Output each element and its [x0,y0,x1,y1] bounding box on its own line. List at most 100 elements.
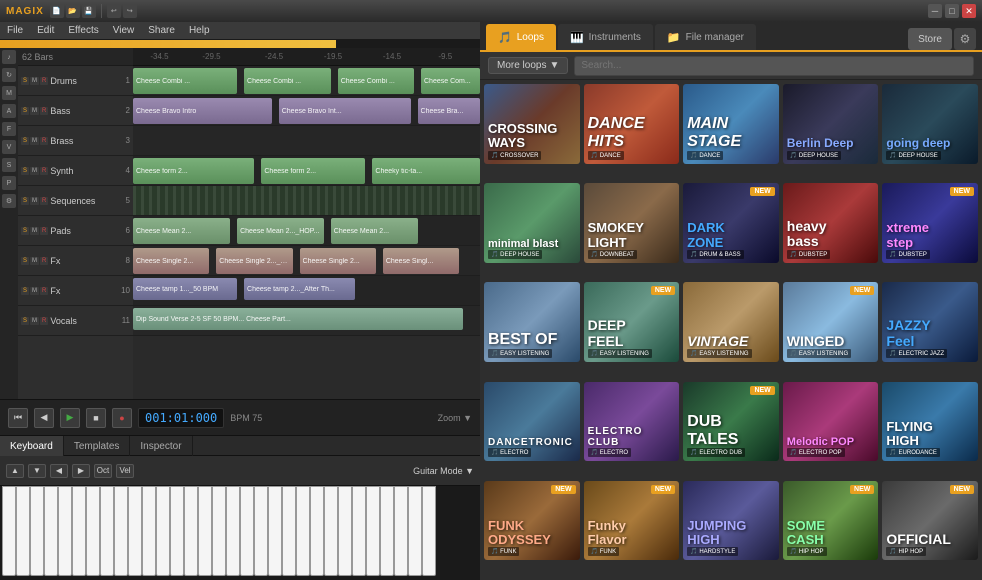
tab-templates[interactable]: Templates [64,436,131,456]
mute-btn-brass[interactable]: M [30,137,39,145]
clip-pads-2[interactable]: Cheese Mean 2..._HOP... [237,218,324,244]
rec-btn-fx1[interactable]: R [40,257,48,265]
white-key-a3[interactable] [170,486,184,576]
white-key-d3[interactable] [114,486,128,576]
piano-vel-btn[interactable]: Vel [116,464,134,478]
loop-card-crossing-ways[interactable]: CROSSINGWAYS 🎵 CROSSOVER [484,84,580,164]
solo-btn-pads[interactable]: S [21,227,29,235]
loop-card-jumping-high[interactable]: JUMPINGHIGH 🎵 HARDSTYLE [683,481,779,561]
loop-card-deep-feel[interactable]: NEW DEEPFEEL 🎵 EASY LISTENING [584,282,680,362]
white-key-f3[interactable] [142,486,156,576]
clip-drums-1[interactable]: Cheese Combi ... [133,68,237,94]
minimize-button[interactable]: ─ [928,4,942,18]
loop-card-smokey-light[interactable]: SMOKEYLIGHT 🎵 DOWNBEAT [584,183,680,263]
prev-button[interactable]: ◀ [34,408,54,428]
loop-card-berlin-deep[interactable]: Berlin Deep 🎵 DEEP HOUSE [783,84,879,164]
white-key-a5[interactable] [366,486,380,576]
mute-btn-seq[interactable]: M [30,197,39,205]
mute-btn-fx1[interactable]: M [30,257,39,265]
clip-synth-1[interactable]: Cheese form 2... [133,158,254,184]
clip-synth-3[interactable]: Cheeky tic-ta... [372,158,480,184]
rec-btn-bass[interactable]: R [40,107,48,115]
rewind-button[interactable]: ⏮ [8,408,28,428]
midi-icon[interactable]: M [2,86,16,100]
tab-loops[interactable]: 🎵 Loops [486,24,556,50]
white-key-c6[interactable] [394,486,408,576]
maximize-button[interactable]: □ [945,4,959,18]
loop-card-dark-zone[interactable]: NEW DARKZONE 🎵 DRUM & BASS [683,183,779,263]
store-button[interactable]: Store [908,28,952,50]
track-lane-synth[interactable]: Cheese form 2... Cheese form 2... Cheeky… [133,156,480,186]
synth-icon[interactable]: S [2,158,16,172]
clip-bass-2[interactable]: Cheese Bravo Int... [279,98,411,124]
white-key-c3[interactable] [100,486,114,576]
clip-drums-2[interactable]: Cheese Combi ... [244,68,331,94]
track-lane-pads[interactable]: Cheese Mean 2... Cheese Mean 2..._HOP...… [133,216,480,246]
menu-view[interactable]: View [110,25,138,36]
clip-fx1-3[interactable]: Cheese Single 2... [300,248,376,274]
white-key-g4[interactable] [254,486,268,576]
save-icon[interactable]: 💾 [82,4,96,18]
loop-card-winged[interactable]: NEW WINGED 🎵 EASY LISTENING [783,282,879,362]
clip-pads-3[interactable]: Cheese Mean 2... [331,218,418,244]
rec-btn-seq[interactable]: R [40,197,48,205]
white-key-b4[interactable] [282,486,296,576]
clip-vocals-1[interactable]: Dip Sound Verse 2-5 SF 50 BPM... Cheese … [133,308,463,330]
loop-card-flying-high[interactable]: FLYINGHIGH 🎵 EURODANCE [882,382,978,462]
menu-file[interactable]: File [4,25,26,36]
white-key-b2[interactable] [86,486,100,576]
clip-fx1-1[interactable]: Cheese Single 2... [133,248,209,274]
record-button[interactable]: ● [112,408,132,428]
solo-btn-drums[interactable]: S [21,77,29,85]
clip-pads-1[interactable]: Cheese Mean 2... [133,218,230,244]
mute-btn-vocals[interactable]: M [30,317,39,325]
open-icon[interactable]: 📂 [66,4,80,18]
rec-btn-brass[interactable]: R [40,137,48,145]
piano-down-btn[interactable]: ▼ [28,464,46,478]
fx-icon[interactable]: F [2,122,16,136]
track-lane-drums[interactable]: Cheese Combi ... Cheese Combi ... Cheese… [133,66,480,96]
menu-edit[interactable]: Edit [34,25,57,36]
rec-btn-drums[interactable]: R [40,77,48,85]
white-key-f4[interactable] [240,486,254,576]
search-input[interactable] [574,56,974,76]
white-key-e5[interactable] [324,486,338,576]
solo-btn-vocals[interactable]: S [21,317,29,325]
mute-btn-pads[interactable]: M [30,227,39,235]
white-key-d4[interactable] [212,486,226,576]
stop-button[interactable]: ■ [86,408,106,428]
piano-left-btn[interactable]: ◀ [50,464,68,478]
play-button[interactable]: ▶ [60,408,80,428]
white-key-a4[interactable] [268,486,282,576]
white-key-c2[interactable] [2,486,16,576]
white-key-d2[interactable] [16,486,30,576]
solo-btn-fx1[interactable]: S [21,257,29,265]
loop-card-xtreme-step[interactable]: NEW xtremestep 🎵 DUBSTEP [882,183,978,263]
clip-fx1-2[interactable]: Cheese Single 2..._HOP... [216,248,292,274]
white-key-g3[interactable] [156,486,170,576]
loop-card-official[interactable]: NEW OFFICIAL 🎵 HIP HOP [882,481,978,561]
vst-icon[interactable]: V [2,140,16,154]
solo-btn-bass[interactable]: S [21,107,29,115]
white-key-e4[interactable] [226,486,240,576]
tab-filemanager[interactable]: 📁 File manager [655,24,756,50]
white-key-g2[interactable] [58,486,72,576]
rec-btn-synth[interactable]: R [40,167,48,175]
loop-card-dance-hits[interactable]: DANCEHITS 🎵 DANCE [584,84,680,164]
zoom-control[interactable]: Zoom ▼ [438,413,472,423]
close-button[interactable]: ✕ [962,4,976,18]
solo-btn-brass[interactable]: S [21,137,29,145]
clip-fx2-1[interactable]: Cheese tamp 1..._50 BPM [133,278,237,300]
instrument-icon[interactable]: ♪ [2,50,16,64]
white-key-d5[interactable] [310,486,324,576]
tab-instruments[interactable]: 🎹 Instruments [558,24,653,50]
tab-inspector[interactable]: Inspector [130,436,192,456]
clip-drums-4[interactable]: Cheese Com... [421,68,480,94]
solo-btn-seq[interactable]: S [21,197,29,205]
white-key-b3[interactable] [184,486,198,576]
clip-synth-2[interactable]: Cheese form 2... [261,158,365,184]
clip-bass-3[interactable]: Cheese Bra... [418,98,480,124]
track-lane-brass[interactable] [133,126,480,156]
track-lane-fx2[interactable]: Cheese tamp 1..._50 BPM Cheese tamp 2...… [133,276,480,306]
track-lane-fx1[interactable]: Cheese Single 2... Cheese Single 2..._HO… [133,246,480,276]
